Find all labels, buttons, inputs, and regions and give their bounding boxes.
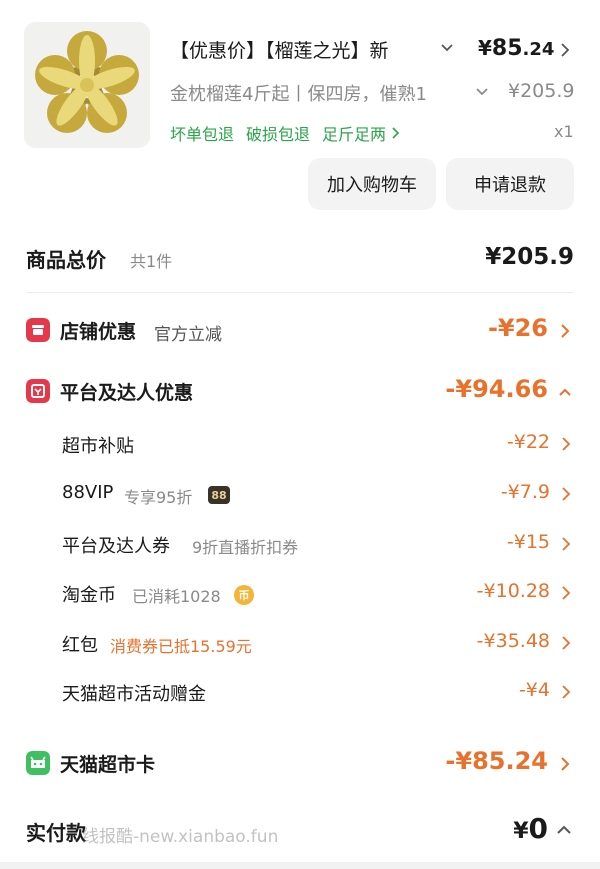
- item-count: 共1件: [130, 252, 173, 271]
- chevron-right-icon[interactable]: [558, 40, 572, 60]
- chevron-right-icon: [562, 537, 571, 551]
- chevron-right-icon: [562, 586, 571, 600]
- final-currency: ¥: [513, 819, 529, 844]
- store-discount-label: 店铺优惠: [60, 321, 137, 343]
- store-discount-row[interactable]: 店铺优惠 官方立减 -¥26: [26, 312, 574, 348]
- tmall-card-label: 天猫超市卡: [60, 754, 156, 776]
- discount-item-label: 红包: [62, 635, 98, 656]
- discount-item-amount: -¥22: [506, 431, 550, 453]
- add-to-cart-button[interactable]: 加入购物车: [308, 158, 436, 210]
- tmall-card-icon: [26, 751, 50, 775]
- platform-discount-row[interactable]: 平台及达人优惠 -¥94.66: [26, 373, 574, 409]
- chevron-up-icon: [559, 388, 571, 396]
- discount-item-label: 天猫超市活动赠金: [62, 684, 206, 705]
- coin-icon: 币: [234, 585, 254, 605]
- final-payment-amount: ¥0: [513, 812, 548, 845]
- product-price[interactable]: ¥85.24: [478, 36, 554, 61]
- price-integer: 85: [491, 36, 523, 61]
- guarantee-tags[interactable]: 坏单包退 破损包退 足斤足两: [170, 121, 400, 145]
- coupon-icon: [26, 379, 50, 403]
- discount-item-amount: -¥4: [518, 679, 550, 701]
- spec-fade: [426, 76, 468, 108]
- vip-88-badge: 88: [208, 486, 230, 504]
- guarantee-tag: 坏单包退: [170, 125, 235, 144]
- platform-discount-label: 平台及达人优惠: [60, 382, 194, 404]
- final-payment-label: 实付款: [26, 821, 86, 845]
- subtotal-label: 商品总价: [26, 248, 106, 272]
- original-price: ¥205.9: [508, 80, 575, 102]
- chevron-right-icon: [392, 127, 400, 139]
- discount-item-label: 88VIP: [62, 482, 114, 503]
- discount-item-label: 淘金币: [62, 585, 116, 606]
- product-quantity: x1: [554, 122, 574, 141]
- chevron-down-icon[interactable]: [440, 38, 454, 58]
- chevron-right-icon: [561, 757, 570, 771]
- chevron-up-icon[interactable]: [554, 822, 574, 838]
- subtotal-row: 商品总价 共1件 ¥205.9: [26, 244, 574, 276]
- discount-item[interactable]: 88VIP 专享95折 88 -¥7.9: [62, 478, 574, 510]
- guarantee-tag: 足斤足两: [322, 125, 387, 144]
- chevron-right-icon: [562, 636, 571, 650]
- store-discount-sub: 官方立减: [154, 325, 222, 345]
- chevron-down-icon[interactable]: [475, 82, 489, 102]
- tmall-card-amount: -¥85.24: [445, 747, 548, 775]
- durian-icon: [24, 22, 150, 148]
- guarantee-tag: 破损包退: [246, 125, 311, 144]
- discount-item[interactable]: 天猫超市活动赠金 -¥4: [62, 676, 574, 708]
- discount-item[interactable]: 红包 消费券已抵15.59元 -¥35.48: [62, 627, 574, 659]
- discount-item-sub: 专享95折: [124, 488, 193, 507]
- chevron-right-icon: [561, 324, 570, 338]
- chevron-right-icon: [562, 437, 571, 451]
- divider: [26, 292, 574, 293]
- discount-item-sub: 9折直播折扣券: [192, 538, 299, 557]
- refund-button[interactable]: 申请退款: [446, 158, 574, 210]
- chevron-right-icon: [562, 487, 571, 501]
- price-currency: ¥: [478, 36, 492, 60]
- discount-item-label: 超市补贴: [62, 436, 134, 457]
- product-spec[interactable]: 金枕榴莲4斤起丨保四房，催熟1: [170, 80, 466, 106]
- discount-item-sub: 消费券已抵15.59元: [110, 637, 252, 656]
- discount-item-amount: -¥15: [506, 531, 550, 553]
- final-value: 0: [528, 812, 548, 845]
- store-icon: [26, 318, 50, 342]
- subtotal-amount: ¥205.9: [485, 244, 574, 270]
- discount-item-sub: 已消耗1028: [132, 587, 221, 606]
- discount-item[interactable]: 超市补贴 -¥22: [62, 428, 574, 460]
- discount-item-label: 平台及达人券: [62, 536, 170, 557]
- discount-item[interactable]: 平台及达人券 9折直播折扣券 -¥15: [62, 528, 574, 560]
- price-decimal: .24: [522, 39, 555, 60]
- discount-item-amount: -¥10.28: [476, 580, 550, 602]
- order-product-card: 【优惠价】【榴莲之光】新 ¥85.24 金枕榴莲4斤起丨保四房，催熟1 ¥205…: [0, 0, 600, 230]
- discount-item-amount: -¥35.48: [476, 630, 550, 652]
- discount-item[interactable]: 淘金币 已消耗1028 币 -¥10.28: [62, 577, 574, 609]
- product-image[interactable]: [24, 22, 150, 148]
- discount-item-amount: -¥7.9: [500, 481, 550, 503]
- watermark: 线报酷-new.xianbao.fun: [82, 827, 279, 847]
- chevron-right-icon: [562, 685, 571, 699]
- tmall-card-row[interactable]: 天猫超市卡 -¥85.24: [26, 745, 574, 781]
- bottom-bar: [0, 862, 600, 869]
- title-fade: [396, 32, 438, 64]
- platform-discount-amount: -¥94.66: [445, 375, 548, 403]
- store-discount-amount: -¥26: [487, 314, 548, 342]
